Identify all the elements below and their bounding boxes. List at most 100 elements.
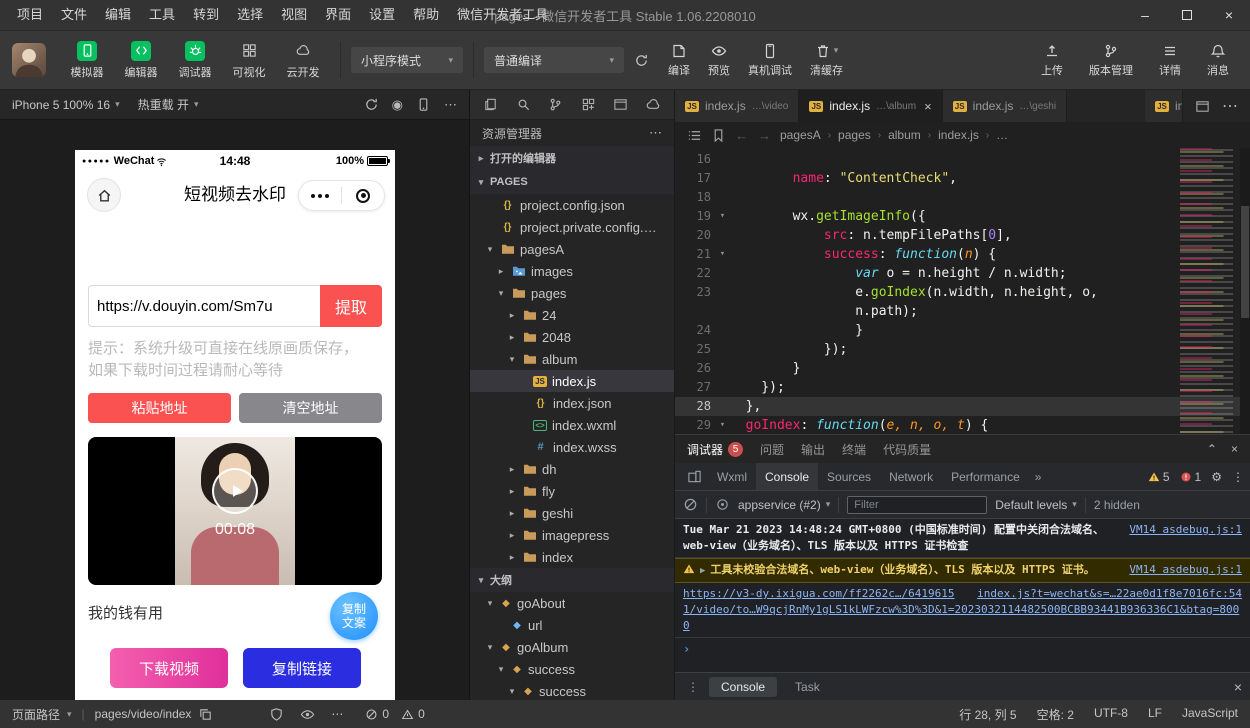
breadcrumb-item[interactable]: album [888,128,921,142]
cloud-sync-icon[interactable] [646,97,661,112]
language-mode[interactable]: JavaScript [1182,706,1238,723]
devtools-tab[interactable]: Network [880,463,942,490]
copy-caption-button[interactable]: 复制 文案 [330,592,378,640]
error-count[interactable]: 1 [1180,470,1202,484]
console-source-link[interactable]: VM14 asdebug.js:1 [1129,522,1242,538]
eol[interactable]: LF [1148,706,1162,723]
devtools-tab[interactable]: Sources [818,463,880,490]
toolbar-version-button[interactable]: 版本管理 [1080,43,1142,78]
tree-item[interactable]: ▸index [470,546,674,568]
tree-item[interactable]: ▾pagesA [470,238,674,260]
clear-address-button[interactable]: 清空地址 [239,393,382,423]
outline-section[interactable]: ▾ 大纲 [470,568,674,592]
more-icon[interactable]: ⋯ [1222,96,1238,116]
toolbar-simulator-button[interactable]: 模拟器 [60,41,114,80]
outline-item[interactable]: ▾◆goAlbum [470,636,674,658]
more-tabs-icon[interactable]: » [1029,470,1048,484]
project-section[interactable]: ▾ PAGES [470,170,674,194]
warning-count[interactable]: 5 [1148,470,1170,484]
outline-item[interactable]: ▾◆goAbout [470,592,674,614]
toolbar-details-button[interactable]: 详情 [1150,43,1190,78]
menu-item[interactable]: 视图 [272,0,316,30]
devtools-tab[interactable]: Console [756,463,818,490]
split-editor-icon[interactable] [1195,99,1210,114]
device-select[interactable]: iPhone 5 100% 16▾ [12,98,120,112]
settings-gear-icon[interactable]: ⚙ [1211,470,1222,484]
record-icon[interactable]: ◉ [392,97,403,113]
minimize-button[interactable]: – [1124,0,1166,30]
outline-item[interactable]: ◆url [470,614,674,636]
devtools-tab[interactable]: Performance [942,463,1029,490]
breadcrumb-item[interactable]: pages [838,128,871,142]
refresh-compile-icon[interactable] [634,53,649,68]
toolbar-editor-button[interactable]: 编辑器 [114,41,168,80]
shield-icon[interactable] [269,707,284,722]
collapse-icon[interactable]: ⌃ [1207,442,1217,456]
tree-item[interactable]: ▸24 [470,304,674,326]
paste-address-button[interactable]: 粘贴地址 [88,393,231,423]
tree-item[interactable]: ▸2048 [470,326,674,348]
toolbar-visualizer-button[interactable]: 可视化 [222,41,276,80]
download-video-button[interactable]: 下载视频 [110,648,228,688]
menu-item[interactable]: 设置 [360,0,404,30]
editor-tab[interactable]: JSin [1145,90,1183,122]
git-icon[interactable] [548,97,563,112]
cursor-position[interactable]: 行 28, 列 5 [959,706,1016,723]
outline-item[interactable]: ▾◆success [470,680,674,700]
toolbar-upload-button[interactable]: 上传 [1032,43,1072,78]
close-icon[interactable]: × [1234,679,1242,695]
toolbar-clear-cache-button[interactable]: ▾清缓存 [801,43,852,78]
console-filter-input[interactable] [847,496,987,514]
forward-icon[interactable]: → [758,128,771,143]
encoding[interactable]: UTF-8 [1094,706,1128,723]
fold-icon[interactable]: ▾ [715,245,730,264]
capsule-more-button[interactable] [299,194,341,198]
bookmark-icon[interactable] [711,128,726,143]
tree-item[interactable]: ▸fly [470,480,674,502]
mode-select[interactable]: 小程序模式▾ [351,47,463,73]
console-drawer-tab[interactable]: Task [783,677,832,697]
more-icon[interactable]: ⋯ [649,125,662,141]
panel-tab[interactable]: 调试器5 [687,441,743,458]
open-editors-section[interactable]: ▸ 打开的编辑器 [470,146,674,170]
panel-tab[interactable]: 输出 [801,441,825,458]
expand-icon[interactable]: ▶ [700,566,705,576]
tree-item[interactable]: {}project.config.json [470,194,674,216]
close-tab-icon[interactable]: × [924,99,932,114]
panel-tab[interactable]: 代码质量 [883,441,931,458]
editor-scrollbar[interactable] [1240,148,1250,434]
toolbar-debugger-button[interactable]: 调试器 [168,41,222,80]
menu-item[interactable]: 项目 [8,0,52,30]
copy-link-button[interactable]: 复制链接 [243,648,361,688]
extensions-icon[interactable] [581,97,596,112]
video-url-input[interactable]: https://v.douyin.com/Sm7u [88,285,320,327]
toolbar-device-debug-button[interactable]: 真机调试 [739,43,801,78]
more-icon[interactable]: ⋯ [444,97,457,113]
preview-window-icon[interactable] [613,97,628,112]
tree-item[interactable]: <>index.wxml [470,414,674,436]
menu-item[interactable]: 微信开发者工具 [448,0,557,30]
tree-item[interactable]: JSindex.js [470,370,674,392]
tree-item[interactable]: ▾pages [470,282,674,304]
clear-console-icon[interactable] [683,497,698,512]
play-button[interactable] [212,468,258,514]
hot-reload-toggle[interactable]: 热重载 开▾ [138,96,199,113]
video-player[interactable]: 00:08 [88,437,382,585]
close-icon[interactable]: × [1231,442,1238,456]
breadcrumb-item[interactable]: pagesA [780,128,821,142]
list-icon[interactable] [687,128,702,143]
kebab-menu-icon[interactable]: ⋮ [683,680,703,694]
copy-icon[interactable] [198,707,213,722]
menu-item[interactable]: 转到 [184,0,228,30]
menu-item[interactable]: 工具 [140,0,184,30]
error-counter[interactable]: 0 [365,707,389,721]
log-levels-select[interactable]: Default levels▾ [995,498,1077,512]
menu-item[interactable]: 选择 [228,0,272,30]
capsule-close-button[interactable] [342,189,384,203]
tree-item[interactable]: ▸dh [470,458,674,480]
eye-icon[interactable] [300,707,315,722]
menu-item[interactable]: 文件 [52,0,96,30]
fold-icon[interactable]: ▾ [715,416,730,434]
rotate-device-icon[interactable] [416,97,431,112]
more-icon[interactable]: ⋯ [331,707,343,721]
